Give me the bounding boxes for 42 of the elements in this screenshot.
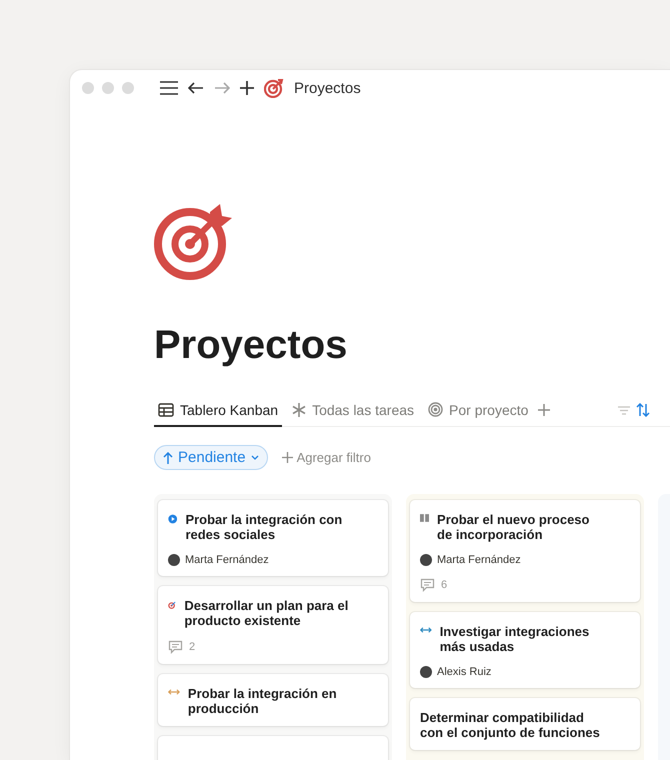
view-tab[interactable]: Por proyecto [424,394,532,426]
view-tab[interactable]: Tablero Kanban [154,394,282,426]
comment-icon [168,640,183,654]
avatar-icon [168,554,180,566]
target-icon [428,402,444,417]
plus-icon [282,452,293,463]
up-arrow-icon [163,452,173,464]
window-title: Proyectos [294,80,361,96]
card-title: Investigar integraciones más usadas [440,624,590,654]
page-title: Proyectos [154,323,348,368]
task-card[interactable]: Probar la integración con redes sociales Marta Fernández [158,500,388,576]
comment-count: 6 [441,579,448,591]
filter-icon[interactable] [618,406,630,414]
card-title: Probar la integración en producción [188,686,338,716]
sort-icon[interactable] [636,403,650,417]
card-title: Determinar compatibilidad con el conjunto de funciones [420,710,601,740]
chevron-down-icon [250,454,259,460]
card-title: Probar el nuevo proceso de incorporación [437,512,590,542]
comment-icon [420,578,435,592]
target-icon [264,78,284,98]
forward-arrow-icon[interactable] [214,82,230,94]
assignee-name: Marta Fernández [185,554,269,566]
asterisk-icon [292,402,306,416]
filter-chip[interactable]: Pendiente [154,445,268,470]
task-card[interactable]: Desarrollar un plan para el producto existente 2 [158,586,388,664]
back-arrow-icon[interactable] [188,82,204,94]
comment-count: 2 [189,641,196,653]
view-tab[interactable]: Todas las tareas [288,394,418,426]
assignee-name: Alexis Ruiz [437,666,492,678]
card-title: Desarrollar un plan para el producto existente [184,598,350,628]
avatar-icon [420,666,432,678]
task-card[interactable]: Probar el nuevo proceso de incorporación Marta Fernández 6 [410,500,640,602]
menu-icon[interactable] [160,81,178,95]
avatar-icon [420,554,432,566]
assignee-name: Marta Fernández [437,554,521,566]
target-icon [154,204,232,280]
table-icon [158,402,174,416]
card-title: Probar la integración con redes sociales [185,512,344,542]
plus-icon[interactable] [240,81,254,95]
task-card[interactable]: Determinar compatibilidad con el conjunto de funciones [410,698,640,750]
task-card[interactable]: Investigar integraciones más usadas Alexis Ruiz [410,612,640,688]
task-card[interactable]: Probar la integración en producción [158,674,388,726]
